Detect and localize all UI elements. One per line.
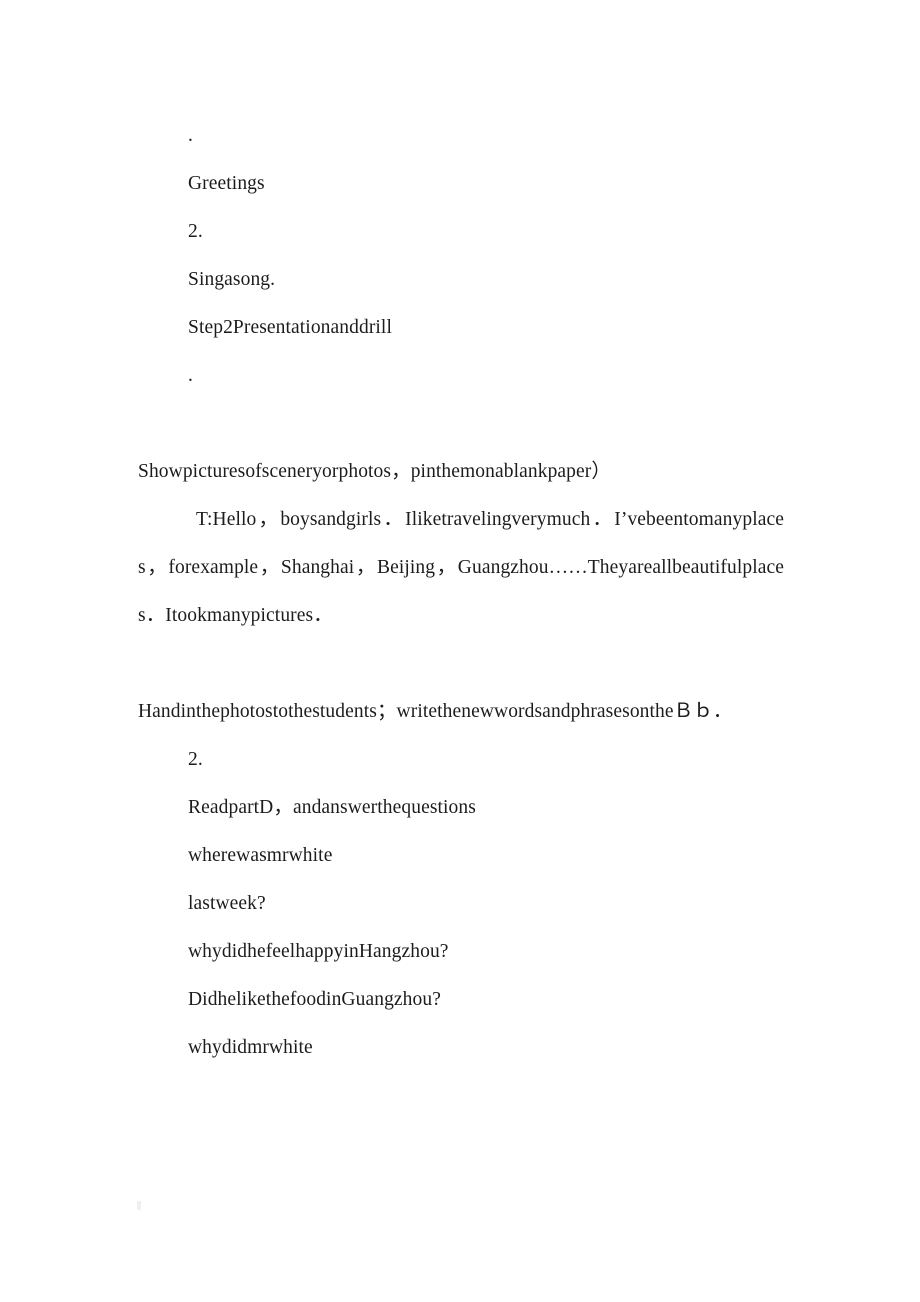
question-3: DidhelikethefoodinGuangzhou? xyxy=(188,989,441,1010)
instruction-read-part-d: ReadpartD，andanswerthequestions xyxy=(188,797,476,818)
list-number-2b: 2. xyxy=(188,749,203,770)
heading-step-2: Step2Presentationanddrill xyxy=(188,317,392,338)
activity-sing-a-song: Singasong. xyxy=(188,269,276,290)
question-4: whydidmrwhite xyxy=(188,1037,313,1058)
document-page: . Greetings 2. Singasong. Step2Presentat… xyxy=(0,0,920,1302)
question-1-line-1: wherewasmrwhite xyxy=(188,845,333,866)
bullet-marker-1: . xyxy=(188,125,193,146)
scan-artifact-mark xyxy=(137,1201,141,1210)
question-2: whydidhefeelhappyinHangzhou? xyxy=(188,941,449,962)
list-number-2: 2. xyxy=(188,221,203,242)
bullet-marker-2: . xyxy=(188,365,193,386)
question-1-line-2: lastweek? xyxy=(188,893,266,914)
paragraph-teacher-speech: T:Hello，boysandgirls．Iliketravelingverym… xyxy=(138,509,784,626)
heading-greetings: Greetings xyxy=(188,173,265,194)
paragraph-spacer-2 xyxy=(138,640,784,688)
paragraph-show-pictures: Showpicturesofsceneryorphotos，pinthemona… xyxy=(138,461,611,482)
paragraph-hand-in-photos: Handinthephotostothestudents；writethenew… xyxy=(138,701,733,722)
paragraph-spacer-1 xyxy=(138,400,784,448)
document-text-body: . Greetings 2. Singasong. Step2Presentat… xyxy=(138,112,784,1072)
